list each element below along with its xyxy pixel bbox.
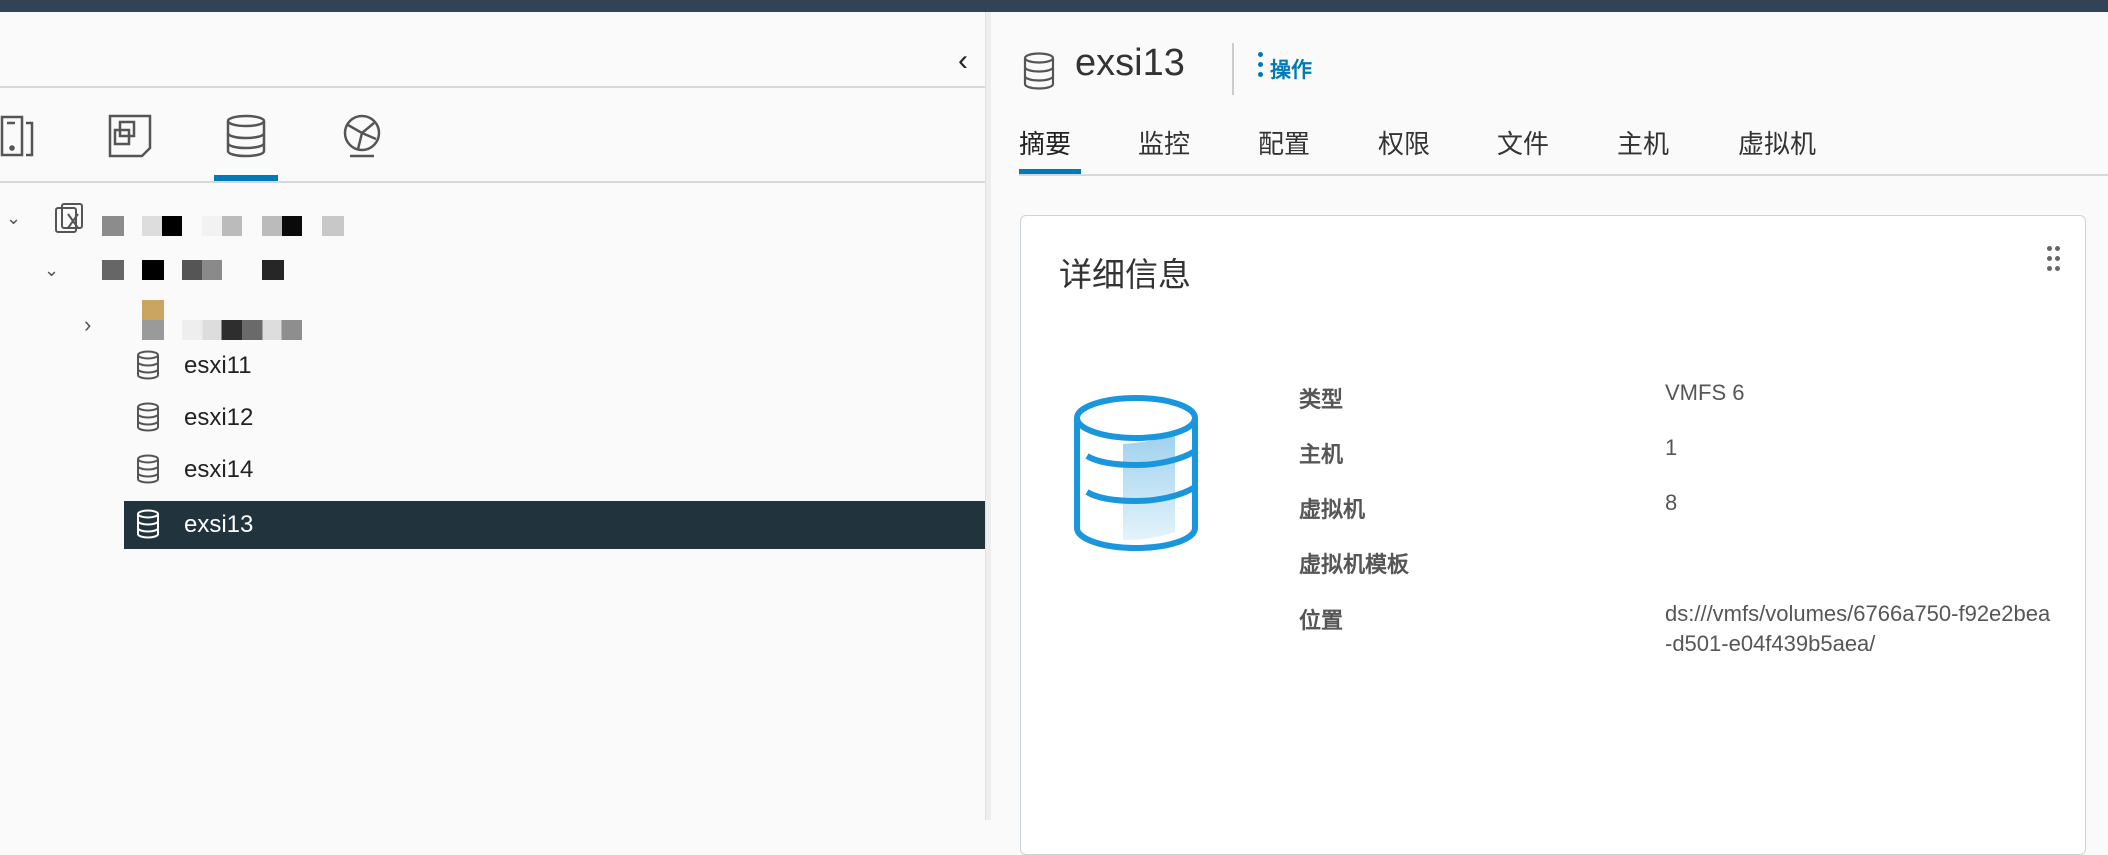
detail-value-hosts: 1 — [1665, 435, 1678, 460]
redacted-text — [322, 216, 344, 236]
content-panel: exsi13 操作 摘要 监控 配置 权限 文件 主机 虚拟机 详细信息 类型 … — [991, 12, 2108, 855]
detail-label-vms: 虚拟机 — [1299, 497, 1366, 522]
tab-hosts[interactable]: 主机 — [1617, 124, 1669, 161]
redacted-text — [182, 260, 222, 280]
chevron-right-icon[interactable]: › — [84, 312, 91, 338]
datastore-icon — [137, 509, 159, 539]
detail-value-location: ds:///vmfs/volumes/6766a750-f92e2bea-d50… — [1665, 601, 2051, 656]
tab-files[interactable]: 文件 — [1497, 124, 1549, 161]
divider — [1232, 43, 1234, 95]
redacted-text — [262, 216, 302, 236]
tree-node-datacenter[interactable]: ⌄ — [0, 196, 985, 244]
datastore-illustration-icon — [1074, 395, 1198, 552]
folder-icon — [142, 300, 164, 320]
tree-item-datastore[interactable]: esxi11 — [0, 342, 985, 390]
datastore-icon — [137, 454, 159, 484]
detail-value-type: VMFS 6 — [1665, 380, 1745, 405]
tab-permissions[interactable]: 权限 — [1378, 124, 1430, 161]
divider — [0, 86, 985, 88]
tab-vms[interactable]: 虚拟机 — [1738, 124, 1816, 161]
hosts-and-clusters-icon[interactable] — [0, 114, 36, 158]
tab-monitor[interactable]: 监控 — [1138, 124, 1190, 161]
top-bar — [0, 0, 2108, 12]
actions-label: 操作 — [1270, 59, 1312, 82]
detail-label-hosts: 主机 — [1299, 442, 1344, 467]
tab-summary[interactable]: 摘要 — [1019, 124, 1071, 161]
vertical-ellipsis-icon — [1258, 52, 1264, 82]
tree-item-label: esxi11 — [184, 352, 252, 379]
redacted-text — [142, 320, 164, 340]
detail-label-vm-templates: 虚拟机模板 — [1299, 552, 1410, 577]
navigator-panel: ‹ ⌄ ⌄ › esxi11 esxi12 esxi14 exsi13 — [0, 12, 985, 820]
tree-node-folder[interactable]: › — [0, 292, 985, 340]
drag-handle-icon[interactable] — [2047, 246, 2063, 276]
chevron-left-icon[interactable]: ‹ — [958, 46, 968, 76]
tree-item-datastore[interactable]: esxi12 — [0, 394, 985, 442]
tab-configure[interactable]: 配置 — [1258, 124, 1310, 161]
redacted-text — [202, 216, 242, 236]
actions-menu-button[interactable]: 操作 — [1258, 52, 1312, 84]
detail-value-vms: 8 — [1665, 490, 1678, 515]
page-title: exsi13 — [1075, 42, 1185, 84]
tree-item-label: exsi13 — [184, 511, 254, 538]
redacted-text — [142, 216, 182, 236]
redacted-text — [262, 260, 284, 280]
detail-label-location: 位置 — [1299, 608, 1344, 633]
networking-icon[interactable] — [340, 114, 384, 158]
tree-item-label: esxi14 — [184, 456, 254, 483]
tree-item-datastore-selected[interactable]: exsi13 — [124, 501, 985, 549]
card-title: 详细信息 — [1059, 256, 1191, 293]
datacenter-icon — [55, 203, 83, 233]
vms-and-templates-icon[interactable] — [108, 114, 152, 158]
tree-node-folder[interactable]: ⌄ — [0, 244, 985, 292]
divider — [1019, 174, 2108, 176]
chevron-down-icon[interactable]: ⌄ — [6, 208, 21, 229]
storage-icon[interactable] — [226, 114, 266, 158]
tree-item-datastore[interactable]: esxi14 — [0, 446, 985, 494]
details-card: 详细信息 类型 VMFS 6 主机 1 虚拟机 8 虚拟机模板 位置 ds://… — [1020, 215, 2086, 855]
datastore-icon — [137, 402, 159, 432]
tree-item-label: esxi12 — [184, 404, 254, 431]
chevron-down-icon[interactable]: ⌄ — [44, 260, 59, 281]
datastore-icon — [1023, 52, 1055, 90]
redacted-text — [102, 216, 124, 236]
divider — [0, 181, 985, 183]
redacted-text — [142, 260, 164, 280]
redacted-text — [182, 320, 302, 340]
detail-label-type: 类型 — [1299, 387, 1344, 412]
redacted-text — [102, 260, 124, 280]
datastore-icon — [137, 350, 159, 380]
